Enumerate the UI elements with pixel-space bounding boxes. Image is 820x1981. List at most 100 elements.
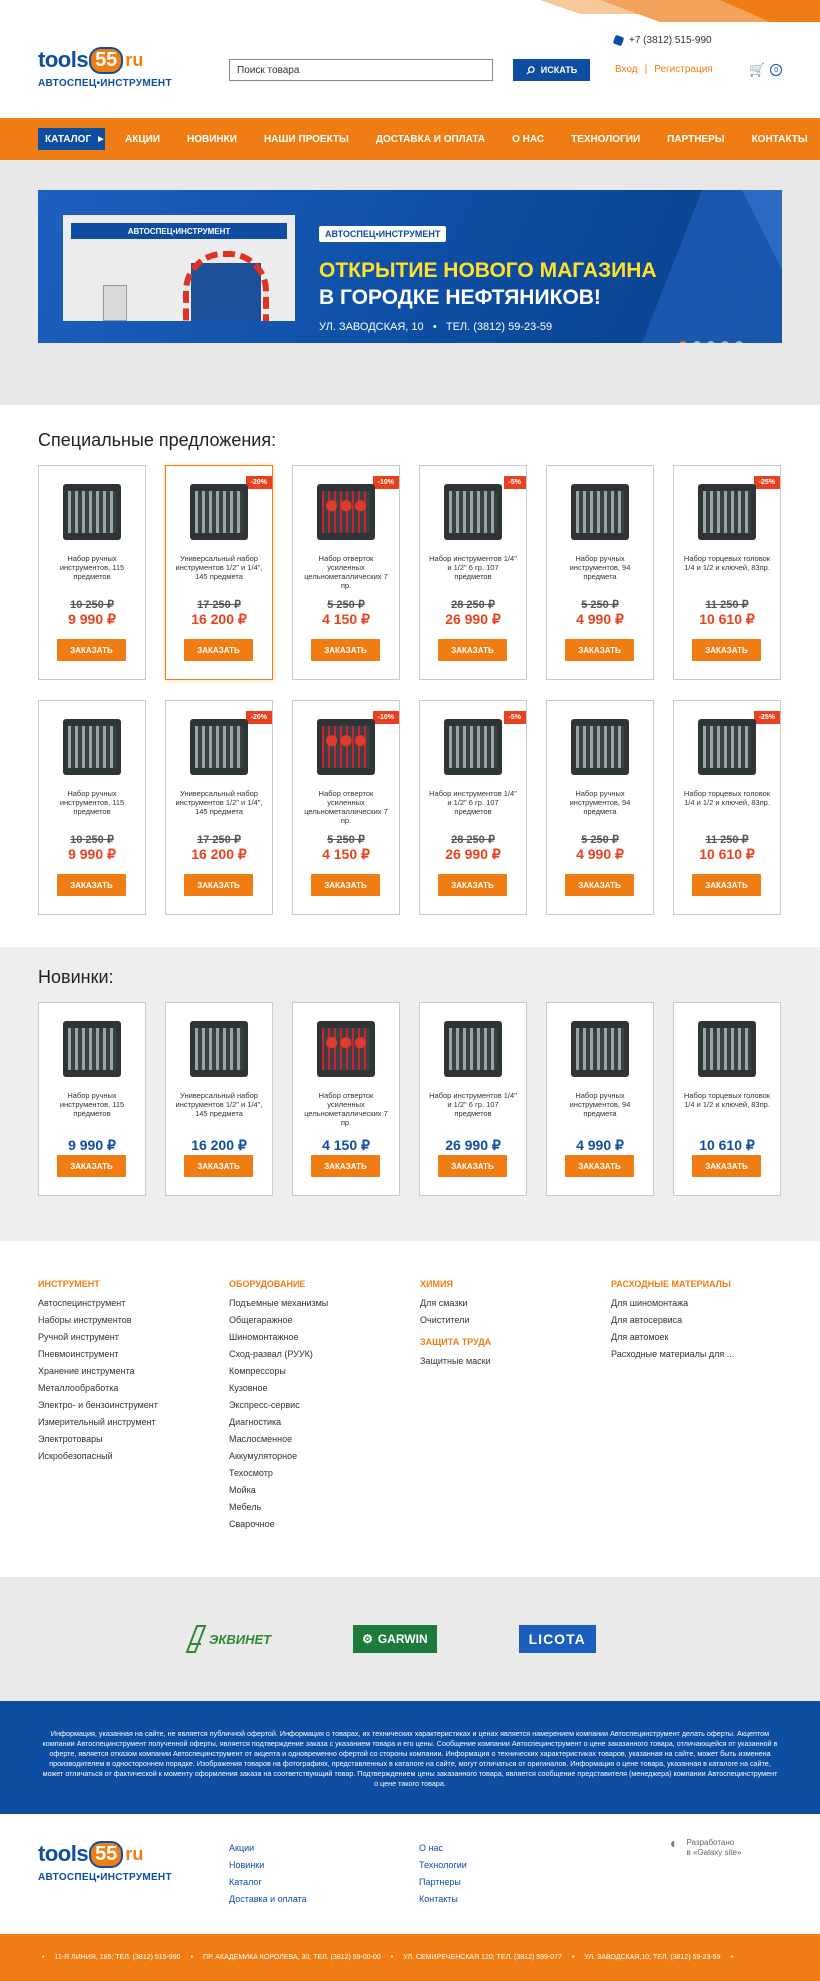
- footer-category-link[interactable]: Очистители: [420, 1312, 611, 1329]
- product-image[interactable]: [698, 719, 756, 775]
- product-card[interactable]: -20% Универсальный набор инструментов 1/2…: [165, 465, 273, 680]
- footer-category-link[interactable]: Автоспецинструмент: [38, 1295, 229, 1312]
- product-image[interactable]: [317, 1021, 375, 1077]
- product-name[interactable]: Набор отверток усиленных цельнометалличе…: [301, 554, 391, 590]
- order-button[interactable]: ЗАКАЗАТЬ: [438, 1155, 507, 1177]
- product-image[interactable]: [571, 484, 629, 540]
- product-card[interactable]: Набор ручных инструментов, 115 предметов…: [38, 1002, 146, 1196]
- site-logo[interactable]: tools 55 ru АВТОСПЕЦ•ИНСТРУМЕНТ: [38, 44, 172, 89]
- order-button[interactable]: ЗАКАЗАТЬ: [438, 874, 507, 896]
- product-name[interactable]: Набор ручных инструментов, 94 предмета: [555, 554, 645, 590]
- product-image[interactable]: [63, 484, 121, 540]
- footer-category-link[interactable]: Хранение инструмента: [38, 1363, 229, 1380]
- footer-category-link[interactable]: Маслосменное: [229, 1431, 420, 1448]
- order-button[interactable]: ЗАКАЗАТЬ: [184, 1155, 253, 1177]
- product-card[interactable]: Набор инструментов 1/4" и 1/2" 6 гр. 107…: [419, 1002, 527, 1196]
- product-card[interactable]: -5% Набор инструментов 1/4" и 1/2" 6 гр. …: [419, 465, 527, 680]
- product-image[interactable]: [63, 1021, 121, 1077]
- footer-category-heading[interactable]: ЗАЩИТА ТРУДА: [420, 1337, 611, 1347]
- nav-item-projects[interactable]: НАШИ ПРОЕКТЫ: [264, 134, 349, 145]
- footer-category-link[interactable]: Кузовное: [229, 1380, 420, 1397]
- product-name[interactable]: Набор инструментов 1/4" и 1/2" 6 гр. 107…: [428, 1091, 518, 1127]
- partner-logo-ekvinet[interactable]: ЭКВИНЕТ: [185, 1624, 271, 1654]
- product-name[interactable]: Набор торцевых головок 1/4 и 1/2 и ключе…: [682, 1091, 772, 1127]
- footer-category-link[interactable]: Для смазки: [420, 1295, 611, 1312]
- product-name[interactable]: Универсальный набор инструментов 1/2" и …: [174, 554, 264, 590]
- product-image[interactable]: [190, 1021, 248, 1077]
- footer-link[interactable]: Акции: [229, 1840, 307, 1857]
- product-card[interactable]: -25% Набор торцевых головок 1/4 и 1/2 и к…: [673, 465, 781, 680]
- order-button[interactable]: ЗАКАЗАТЬ: [57, 1155, 126, 1177]
- slider-dot[interactable]: [693, 341, 701, 343]
- product-card[interactable]: Набор ручных инструментов, 94 предмета 5 …: [546, 465, 654, 680]
- product-name[interactable]: Набор инструментов 1/4" и 1/2" 6 гр. 107…: [428, 554, 518, 590]
- product-card[interactable]: Набор ручных инструментов, 115 предметов…: [38, 465, 146, 680]
- footer-category-link[interactable]: Ручной инструмент: [38, 1329, 229, 1346]
- search-button[interactable]: ИСКАТЬ: [513, 59, 590, 81]
- footer-category-link[interactable]: Сварочное: [229, 1516, 420, 1533]
- product-name[interactable]: Набор ручных инструментов, 115 предметов: [47, 789, 137, 825]
- footer-link[interactable]: Новинки: [229, 1857, 307, 1874]
- product-card[interactable]: -10% Набор отверток усиленных цельнометал…: [292, 465, 400, 680]
- footer-category-link[interactable]: Компрессоры: [229, 1363, 420, 1380]
- product-card[interactable]: -5% Набор инструментов 1/4" и 1/2" 6 гр. …: [419, 700, 527, 915]
- product-image[interactable]: [190, 484, 248, 540]
- product-card[interactable]: Набор торцевых головок 1/4 и 1/2 и ключе…: [673, 1002, 781, 1196]
- nav-item-partners[interactable]: ПАРТНЕРЫ: [667, 134, 724, 145]
- product-image[interactable]: [444, 484, 502, 540]
- footer-logo[interactable]: tools 55 ru АВТОСПЕЦ•ИНСТРУМЕНТ: [38, 1838, 172, 1883]
- footer-category-link[interactable]: Общегаражное: [229, 1312, 420, 1329]
- footer-category-link[interactable]: Шиномонтажное: [229, 1329, 420, 1346]
- order-button[interactable]: ЗАКАЗАТЬ: [184, 639, 253, 661]
- product-image[interactable]: [571, 1021, 629, 1077]
- catalog-button[interactable]: КАТАЛОГ ▶: [38, 128, 105, 150]
- product-card[interactable]: Набор отверток усиленных цельнометалличе…: [292, 1002, 400, 1196]
- slider-dot[interactable]: [721, 341, 729, 343]
- footer-category-link[interactable]: Подъемные механизмы: [229, 1295, 420, 1312]
- nav-item-new[interactable]: НОВИНКИ: [187, 134, 237, 145]
- order-button[interactable]: ЗАКАЗАТЬ: [565, 639, 634, 661]
- product-name[interactable]: Набор отверток усиленных цельнометалличе…: [301, 789, 391, 825]
- product-card[interactable]: -25% Набор торцевых головок 1/4 и 1/2 и к…: [673, 700, 781, 915]
- product-image[interactable]: [444, 719, 502, 775]
- product-name[interactable]: Набор инструментов 1/4" и 1/2" 6 гр. 107…: [428, 789, 518, 825]
- footer-link[interactable]: Каталог: [229, 1874, 307, 1891]
- promo-slider[interactable]: АВТОСПЕЦ•ИНСТРУМЕНТ АВТОСПЕЦ•ИНСТРУМЕНТ …: [38, 190, 782, 343]
- product-name[interactable]: Набор ручных инструментов, 115 предметов: [47, 554, 137, 590]
- nav-item-delivery[interactable]: ДОСТАВКА И ОПЛАТА: [376, 134, 485, 145]
- product-image[interactable]: [63, 719, 121, 775]
- order-button[interactable]: ЗАКАЗАТЬ: [565, 1155, 634, 1177]
- developer-credit[interactable]: ◐ Разработано в «Galaxy site»: [670, 1836, 741, 1858]
- header-phone[interactable]: +7 (3812) 515-990: [612, 34, 712, 47]
- footer-category-link[interactable]: Электро- и бензоинструмент: [38, 1397, 229, 1414]
- nav-item-promo[interactable]: АКЦИИ: [125, 134, 160, 145]
- slider-dot[interactable]: [707, 341, 715, 343]
- nav-item-contacts[interactable]: КОНТАКТЫ: [752, 134, 808, 145]
- footer-category-link[interactable]: Экспресс-сервис: [229, 1397, 420, 1414]
- product-image[interactable]: [317, 719, 375, 775]
- footer-category-link[interactable]: Металлообработка: [38, 1380, 229, 1397]
- order-button[interactable]: ЗАКАЗАТЬ: [311, 1155, 380, 1177]
- nav-item-about[interactable]: О НАС: [512, 134, 544, 145]
- register-link[interactable]: Регистрация: [654, 64, 712, 75]
- product-name[interactable]: Набор ручных инструментов, 94 предмета: [555, 1091, 645, 1127]
- product-name[interactable]: Набор отверток усиленных цельнометалличе…: [301, 1091, 391, 1127]
- product-card[interactable]: -20% Универсальный набор инструментов 1/2…: [165, 700, 273, 915]
- product-image[interactable]: [317, 484, 375, 540]
- product-image[interactable]: [190, 719, 248, 775]
- footer-category-link[interactable]: Мойка: [229, 1482, 420, 1499]
- footer-category-link[interactable]: Расходные материалы для ...: [611, 1346, 802, 1363]
- order-button[interactable]: ЗАКАЗАТЬ: [311, 874, 380, 896]
- order-button[interactable]: ЗАКАЗАТЬ: [438, 639, 507, 661]
- footer-category-heading[interactable]: РАСХОДНЫЕ МАТЕРИАЛЫ: [611, 1279, 802, 1289]
- footer-category-link[interactable]: Мебель: [229, 1499, 420, 1516]
- slider-dot[interactable]: [735, 341, 743, 343]
- product-image[interactable]: [698, 1021, 756, 1077]
- product-card[interactable]: Универсальный набор инструментов 1/2" и …: [165, 1002, 273, 1196]
- footer-category-link[interactable]: Пневмоинструмент: [38, 1346, 229, 1363]
- order-button[interactable]: ЗАКАЗАТЬ: [57, 874, 126, 896]
- product-image[interactable]: [571, 719, 629, 775]
- order-button[interactable]: ЗАКАЗАТЬ: [311, 639, 380, 661]
- footer-category-link[interactable]: Для шиномонтажа: [611, 1295, 802, 1312]
- product-name[interactable]: Набор торцевых головок 1/4 и 1/2 и ключе…: [682, 554, 772, 590]
